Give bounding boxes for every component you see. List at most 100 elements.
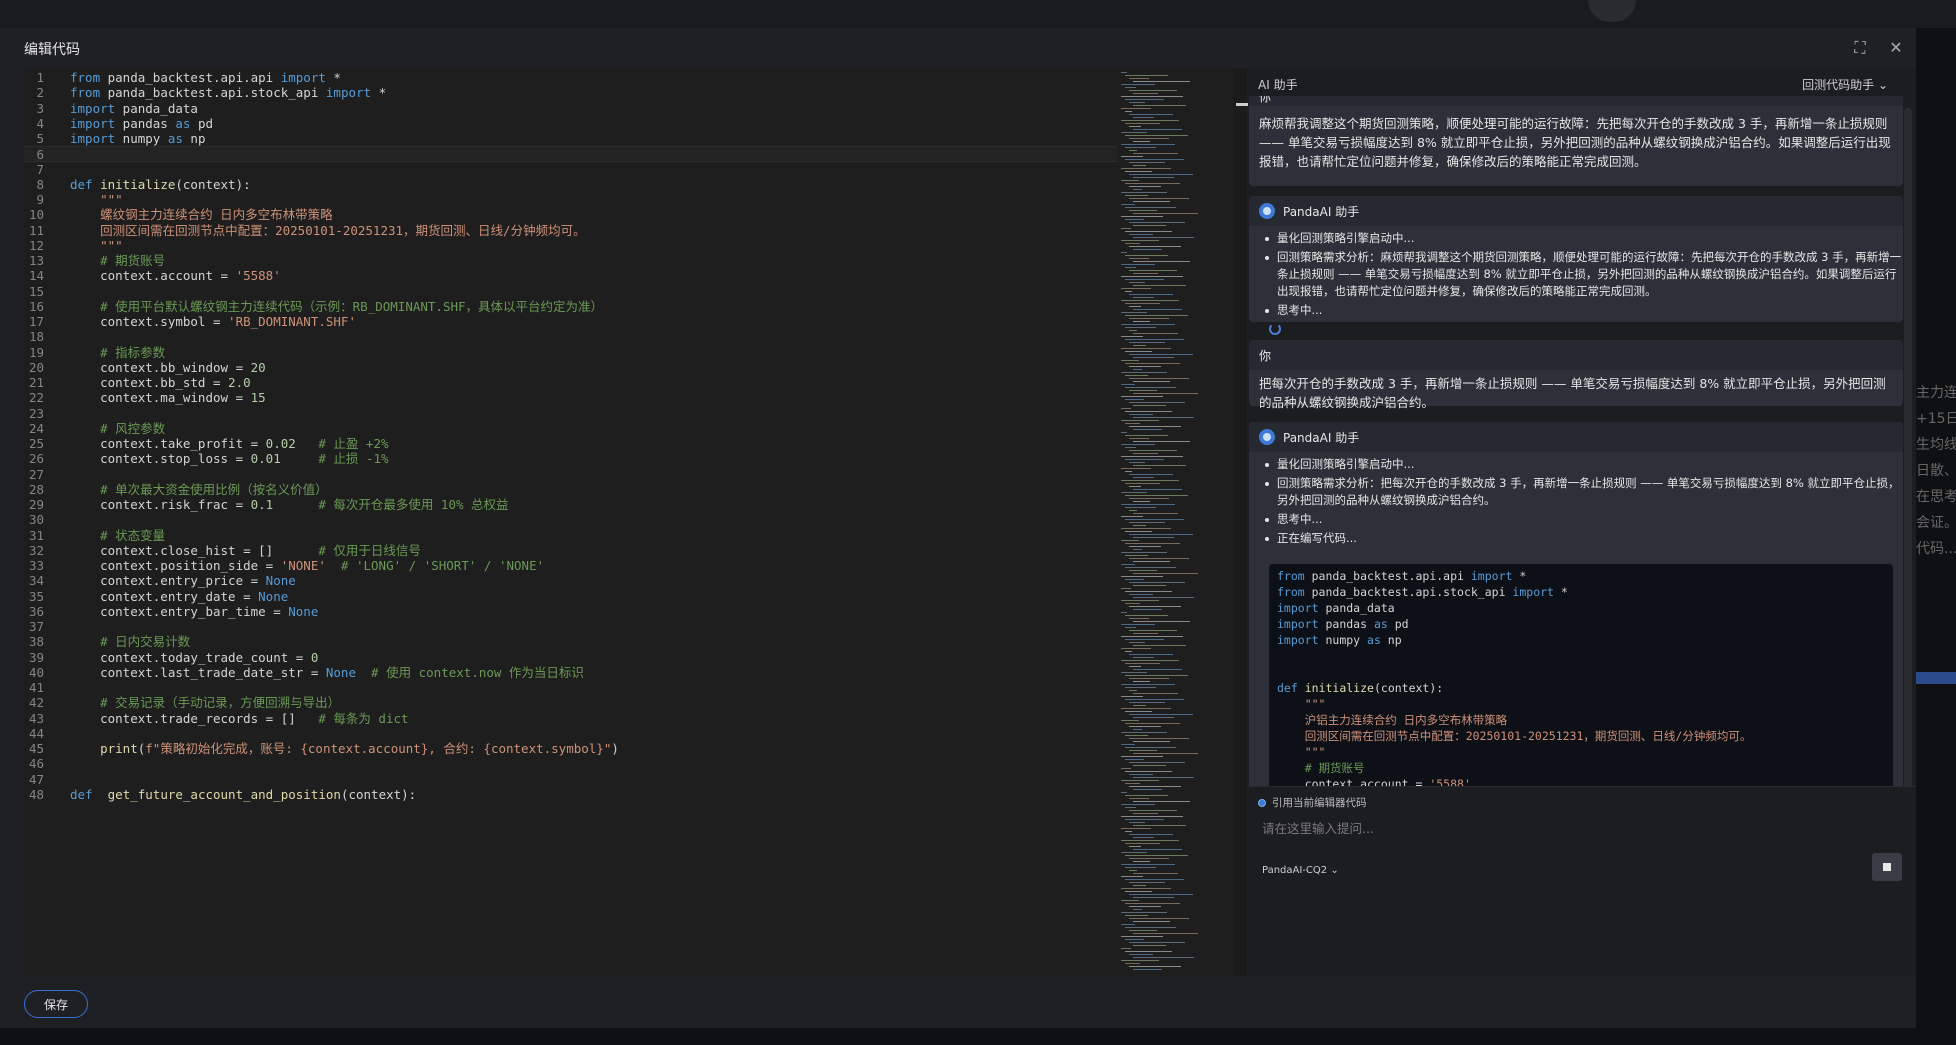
code-line[interactable]: 41 bbox=[24, 680, 1117, 695]
line-number: 13 bbox=[28, 253, 44, 268]
minimap-line bbox=[1129, 786, 1181, 787]
minimap-line bbox=[1133, 681, 1150, 682]
code-line[interactable]: 32 context.close_hist = [] # 仅用于日线信号 bbox=[24, 543, 1117, 558]
code-line[interactable]: 43 context.trade_records = [] # 每条为 dict bbox=[24, 711, 1117, 726]
minimap-line bbox=[1129, 234, 1153, 235]
code-line[interactable]: 18 bbox=[24, 329, 1117, 344]
code-minimap[interactable] bbox=[1117, 68, 1233, 976]
line-code: # 状态变量 bbox=[70, 528, 165, 543]
code-line[interactable]: 3 import panda_data bbox=[24, 101, 1117, 116]
code-line[interactable]: 21 context.bb_std = 2.0 bbox=[24, 375, 1117, 390]
code-token: * bbox=[325, 70, 341, 85]
line-code: context.take_profit = 0.02 # 止盈 +2% bbox=[70, 436, 388, 451]
code-line[interactable]: 45 print(f"策略初始化完成，账号: {context.account}… bbox=[24, 741, 1117, 756]
code-editor[interactable]: 1 from panda_backtest.api.api import * 2 fr… bbox=[24, 68, 1117, 976]
code-line[interactable]: 14 context.account = '5588' bbox=[24, 268, 1117, 283]
minimap-line bbox=[1129, 870, 1137, 871]
line-number: 40 bbox=[28, 664, 44, 680]
code-token: # 'LONG' / 'SHORT' / 'NONE' bbox=[325, 558, 545, 573]
code-line[interactable]: 29 context.risk_frac = 0.1 # 每次开仓最多使用 10… bbox=[24, 497, 1117, 512]
code-line[interactable]: 26 context.stop_loss = 0.01 # 止损 -1% bbox=[24, 451, 1117, 466]
code-token: pd bbox=[1387, 617, 1409, 631]
code-line[interactable]: 35 context.entry_date = None bbox=[24, 589, 1117, 604]
code-line[interactable]: 20 context.bb_window = 20 bbox=[24, 360, 1117, 375]
code-line[interactable]: 2 from panda_backtest.api.stock_api impor… bbox=[24, 85, 1117, 100]
minimap-line bbox=[1133, 153, 1178, 154]
minimap-line bbox=[1125, 711, 1152, 712]
code-line[interactable]: 40 context.last_trade_date_str = None # … bbox=[24, 665, 1117, 680]
code-line[interactable]: 39 context.today_trade_count = 0 bbox=[24, 650, 1117, 665]
code-line[interactable]: 1 from panda_backtest.api.api import * bbox=[24, 70, 1117, 85]
save-button[interactable]: 保存 bbox=[24, 990, 88, 1018]
code-line[interactable]: 36 context.entry_bar_time = None bbox=[24, 604, 1117, 619]
generated-code-block[interactable]: from panda_backtest.api.api import * from… bbox=[1269, 564, 1893, 786]
fullscreen-icon[interactable]: ⛶ bbox=[1850, 38, 1870, 58]
line-number: 23 bbox=[28, 405, 44, 421]
minimap-line bbox=[1125, 627, 1136, 628]
scrollbar-thumb[interactable] bbox=[1236, 103, 1248, 106]
quote-editor-toggle[interactable]: 引用当前编辑器代码 bbox=[1258, 795, 1367, 810]
minimap-line bbox=[1121, 228, 1131, 229]
code-line[interactable]: 46 bbox=[24, 756, 1117, 771]
minimap-line bbox=[1129, 582, 1185, 583]
code-line[interactable]: 15 bbox=[24, 284, 1117, 299]
ai-panel-scrollbar[interactable] bbox=[1904, 108, 1912, 888]
code-line[interactable]: 37 bbox=[24, 619, 1117, 634]
line-number: 45 bbox=[28, 741, 44, 756]
minimap-line bbox=[1121, 336, 1143, 337]
code-line[interactable]: 16 # 使用平台默认螺纹钢主力连续代码（示例：RB_DOMINANT.SHF，… bbox=[24, 299, 1117, 314]
code-line[interactable]: 22 context.ma_window = 15 bbox=[24, 390, 1117, 405]
code-line[interactable]: 24 # 风控参数 bbox=[24, 421, 1117, 436]
code-line[interactable]: 23 bbox=[24, 406, 1117, 421]
code-line[interactable]: 27 bbox=[24, 467, 1117, 482]
code-line[interactable]: 42 # 交易记录（手动记录，方便回溯与导出） bbox=[24, 695, 1117, 710]
code-token: pandas bbox=[1318, 617, 1374, 631]
close-icon[interactable]: ✕ bbox=[1886, 38, 1906, 58]
code-line[interactable]: 38 # 日内交易计数 bbox=[24, 634, 1117, 649]
code-line[interactable]: 47 bbox=[24, 772, 1117, 787]
code-line[interactable]: 12 """ bbox=[24, 238, 1117, 253]
user-label: 你 bbox=[1249, 340, 1903, 370]
code-line[interactable]: 33 context.position_side = 'NONE' # 'LON… bbox=[24, 558, 1117, 573]
code-line[interactable]: 10 螺纹钢主力连续合约 日内多空布林带策略 bbox=[24, 207, 1117, 222]
code-line[interactable]: 4 import pandas as pd bbox=[24, 116, 1117, 131]
ai-message-list[interactable]: 你 麻烦帮我调整这个期货回测策略，顺便处理可能的运行故障：先把每次开仓的手数改成… bbox=[1248, 96, 1908, 786]
minimap-line bbox=[1121, 588, 1131, 589]
code-token: panda_data bbox=[115, 100, 198, 116]
minimap-line bbox=[1129, 342, 1165, 343]
code-line[interactable]: 9 """ bbox=[24, 192, 1117, 207]
code-line[interactable]: 5 import numpy as np bbox=[24, 131, 1117, 146]
code-line[interactable]: 34 context.entry_price = None bbox=[24, 573, 1117, 588]
line-number: 6 bbox=[36, 147, 44, 163]
code-line[interactable]: 19 # 指标参数 bbox=[24, 345, 1117, 360]
code-line[interactable]: 7 bbox=[24, 162, 1117, 177]
minimap-line bbox=[1121, 324, 1175, 325]
bg-side-line: +15日 bbox=[1916, 411, 1956, 427]
ai-question-input[interactable] bbox=[1262, 817, 1762, 839]
stop-generation-button[interactable] bbox=[1872, 853, 1902, 881]
code-line[interactable]: 11 回测区间需在回测节点中配置：20250101-20251231，期货回测、… bbox=[24, 223, 1117, 238]
ai-mode-select[interactable]: 回测代码助手 ⌄ bbox=[1802, 76, 1888, 93]
model-select[interactable]: PandaAI-CQ2 ⌄ bbox=[1262, 865, 1339, 876]
code-line[interactable]: 31 # 状态变量 bbox=[24, 528, 1117, 543]
code-token: panda_backtest.api.api bbox=[1304, 569, 1471, 583]
line-number: 4 bbox=[36, 115, 44, 131]
minimap-line bbox=[1125, 555, 1148, 556]
code-token: (context): bbox=[340, 786, 417, 802]
code-line[interactable]: 8 def initialize(context): bbox=[24, 177, 1117, 192]
minimap-line bbox=[1133, 621, 1190, 622]
editor-scrollbar[interactable] bbox=[1233, 68, 1247, 976]
code-line[interactable]: 6 bbox=[24, 146, 1117, 163]
code-line[interactable]: 44 bbox=[24, 726, 1117, 741]
line-number: 29 bbox=[28, 497, 44, 512]
code-line[interactable]: 28 # 单次最大资金使用比例（按名义价值） bbox=[24, 482, 1117, 497]
code-line[interactable]: 25 context.take_profit = 0.02 # 止盈 +2% bbox=[24, 436, 1117, 451]
code-line[interactable]: 13 # 期货账号 bbox=[24, 253, 1117, 268]
minimap-line bbox=[1121, 564, 1135, 565]
code-line[interactable]: 48 def get_future_account_and_position(co… bbox=[24, 787, 1117, 802]
minimap-line bbox=[1125, 519, 1184, 520]
minimap-line bbox=[1133, 453, 1158, 454]
code-line[interactable]: 30 bbox=[24, 512, 1117, 527]
code-line[interactable]: 17 context.symbol = 'RB_DOMINANT.SHF' bbox=[24, 314, 1117, 329]
minimap-line bbox=[1129, 78, 1149, 79]
